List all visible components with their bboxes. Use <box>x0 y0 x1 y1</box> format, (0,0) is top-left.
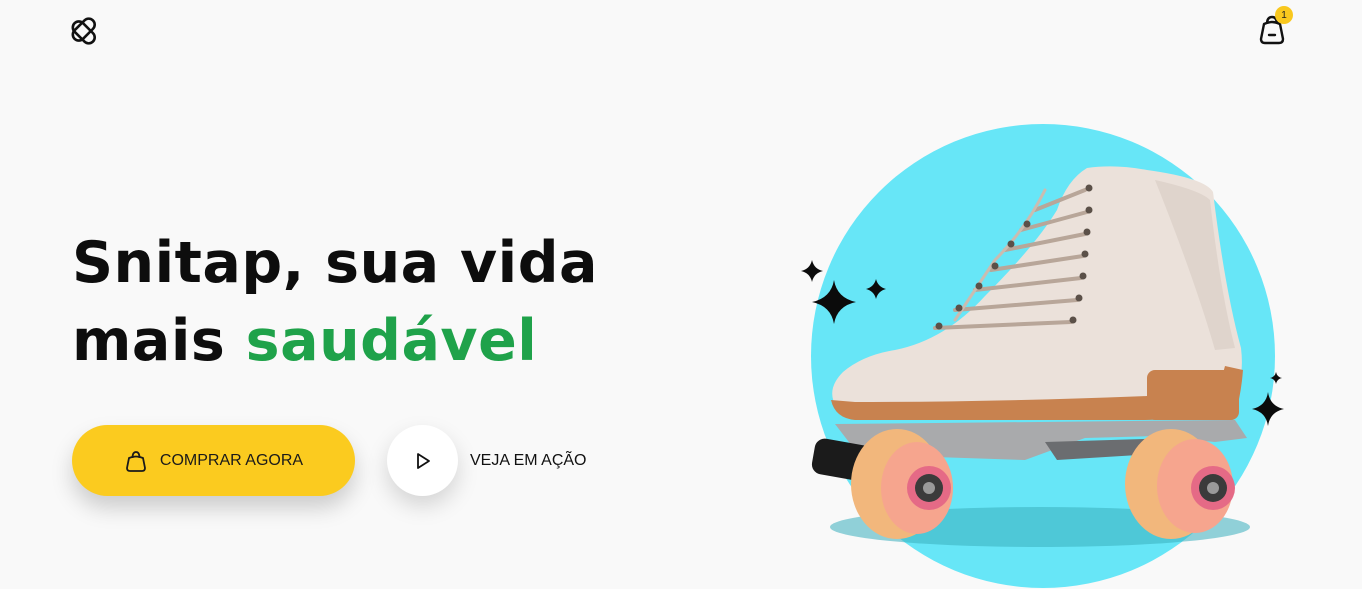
watch-in-action-label: VEJA EM AÇÃO <box>470 451 587 469</box>
skate-heel <box>1147 370 1239 420</box>
hero-title-line1: Snitap, sua vida <box>72 230 598 296</box>
shopping-bag-icon <box>126 450 146 472</box>
cart-button[interactable]: 1 <box>1255 6 1293 46</box>
buy-now-button[interactable]: COMPRAR AGORA <box>72 425 355 496</box>
watch-in-action-button[interactable]: VEJA EM AÇÃO <box>387 425 586 496</box>
play-icon <box>416 452 430 469</box>
hero-image <box>801 124 1284 588</box>
hero-title-accent: saudável <box>245 308 538 374</box>
sparkle-icon <box>801 260 823 282</box>
cart-count-badge: 1 <box>1275 6 1293 24</box>
logo-icon[interactable] <box>70 13 106 49</box>
hero-title: Snitap, sua vida mais saudável <box>72 224 712 380</box>
hero-title-line2: mais <box>72 308 246 374</box>
buy-now-label: COMPRAR AGORA <box>159 451 304 469</box>
play-button[interactable] <box>387 425 458 496</box>
